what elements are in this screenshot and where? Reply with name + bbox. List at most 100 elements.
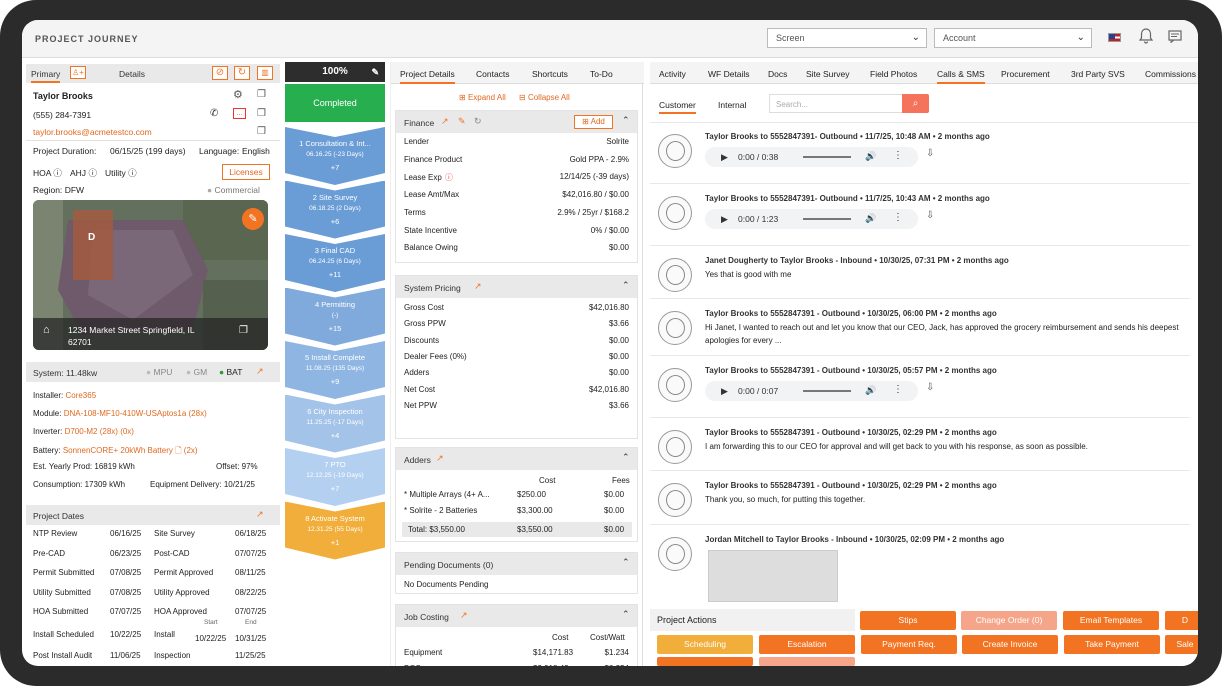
chat-icon[interactable] — [1168, 30, 1182, 48]
chevron-up-icon[interactable]: ⌃ — [622, 609, 630, 620]
external-link-icon[interactable]: ↗ — [460, 610, 468, 621]
audio-seek-bar[interactable] — [803, 218, 851, 220]
external-link-icon[interactable]: ↗ — [474, 281, 482, 292]
copy-icon[interactable]: ❐ — [257, 126, 266, 137]
hoa-label[interactable]: HOA ⓘ — [33, 167, 62, 179]
tab-project-details[interactable]: Project Details — [400, 69, 455, 84]
subtab-internal[interactable]: Internal — [718, 100, 746, 110]
more-options-icon[interactable]: ⋮ — [893, 384, 903, 395]
download-transcript-icon[interactable]: ⇩ — [926, 382, 934, 393]
tab-details[interactable]: Details — [119, 69, 145, 79]
audio-player[interactable]: ▶ 0:00 / 0:07 🔊 ⋮ — [705, 381, 918, 401]
action-button[interactable]: D — [1165, 611, 1198, 630]
edit-pencil-icon[interactable]: ✎ — [371, 62, 379, 82]
chevron-up-icon[interactable]: ⌃ — [622, 115, 630, 126]
inverter-value[interactable]: D700-M2 — [65, 427, 98, 436]
document-icon[interactable]: 🗋 — [175, 446, 181, 455]
attachment-image[interactable] — [708, 550, 838, 602]
right-tab[interactable]: Procurement — [1001, 69, 1050, 79]
progress-step[interactable]: 4 Permitting (-) +15 — [285, 287, 385, 346]
play-icon[interactable]: ▶ — [721, 214, 728, 225]
chevron-up-icon[interactable]: ⌃ — [622, 280, 630, 291]
right-tab[interactable]: Commissions — [1145, 69, 1196, 79]
right-tab[interactable]: Field Photos — [870, 69, 917, 79]
satellite-map[interactable]: D ✎ ⌂ 1234 Market Street Springfield, IL… — [33, 200, 268, 350]
tab-shortcuts[interactable]: Shortcuts — [532, 69, 568, 79]
copy-icon[interactable]: ❐ — [257, 108, 266, 119]
us-flag-icon[interactable] — [1108, 33, 1121, 42]
action-button[interactable]: Payment Req. — [861, 635, 957, 654]
action-button[interactable]: Escalation — [759, 635, 855, 654]
refresh-icon[interactable]: ↻ — [234, 66, 250, 80]
search-input[interactable]: Search... — [769, 94, 903, 113]
chart-icon[interactable]: ▥ — [257, 66, 273, 80]
customer-phone[interactable]: (555) 284-7391 — [33, 110, 91, 120]
action-button[interactable]: Email Templates — [1063, 611, 1159, 630]
right-tab[interactable]: WF Details — [708, 69, 750, 79]
copy-icon[interactable]: ❐ — [257, 89, 266, 100]
right-tab[interactable]: Activity — [659, 69, 686, 79]
progress-step[interactable]: 6 City Inspection 11.25.25 (-17 Days) +4 — [285, 394, 385, 453]
phone-icon[interactable]: ✆ — [210, 108, 218, 119]
bell-icon[interactable] — [1138, 28, 1154, 44]
more-options-icon[interactable]: ⋮ — [893, 150, 903, 161]
collapse-all-button[interactable]: ⊟ Collapse All — [519, 93, 570, 102]
block-icon[interactable]: ⊘ — [212, 66, 228, 80]
audio-player[interactable]: ▶ 0:00 / 0:38 🔊 ⋮ — [705, 147, 918, 167]
audio-player[interactable]: ▶ 0:00 / 1:23 🔊 ⋮ — [705, 209, 918, 229]
audio-seek-bar[interactable] — [803, 390, 851, 392]
settings-person-icon[interactable]: ⚙ — [233, 88, 243, 101]
action-button[interactable]: Change Order (0) — [961, 611, 1057, 630]
sms-icon[interactable]: … — [233, 108, 246, 119]
installer-value[interactable]: Core365 — [65, 391, 96, 400]
right-tab[interactable]: 3rd Party SVS — [1071, 69, 1125, 79]
utility-label[interactable]: Utility ⓘ — [105, 167, 137, 179]
edit-pencil-icon[interactable]: ✎ — [242, 208, 264, 230]
module-value[interactable]: DNA-108-MF10-410W-USAptos1a — [64, 409, 187, 418]
licenses-button[interactable]: Licenses — [222, 164, 270, 180]
progress-step[interactable]: 2 Site Survey 06.18.25 (2 Days) +6 — [285, 180, 385, 239]
add-user-icon[interactable]: ♙+ — [70, 66, 86, 79]
refresh-icon[interactable]: ↻ — [474, 116, 482, 127]
download-transcript-icon[interactable]: ⇩ — [926, 210, 934, 221]
tab-todo[interactable]: To-Do — [590, 69, 613, 79]
tab-contacts[interactable]: Contacts — [476, 69, 510, 79]
ahj-label[interactable]: AHJ ⓘ — [70, 167, 97, 179]
action-button-partial[interactable] — [657, 657, 753, 666]
search-icon[interactable]: ⌕ — [902, 94, 929, 113]
volume-icon[interactable]: 🔊 — [865, 385, 876, 396]
action-button-partial[interactable] — [759, 657, 855, 666]
screen-select[interactable]: Screen ⌄ — [767, 28, 927, 48]
external-link-icon[interactable]: ↗ — [441, 116, 449, 127]
copy-icon[interactable]: ❐ — [239, 325, 248, 336]
play-icon[interactable]: ▶ — [721, 386, 728, 397]
volume-icon[interactable]: 🔊 — [865, 151, 876, 162]
chevron-up-icon[interactable]: ⌃ — [622, 452, 630, 463]
progress-step[interactable]: 1 Consultation & Int... 06.16.25 (-23 Day… — [285, 127, 385, 185]
account-select[interactable]: Account ⌄ — [934, 28, 1092, 48]
play-icon[interactable]: ▶ — [721, 152, 728, 163]
volume-icon[interactable]: 🔊 — [865, 213, 876, 224]
battery-value[interactable]: SonnenCORE+ 20kWh Battery — [63, 446, 173, 455]
subtab-customer[interactable]: Customer — [659, 100, 696, 114]
action-button[interactable]: Create Invoice — [962, 635, 1058, 654]
action-button[interactable]: Sale — [1165, 635, 1198, 654]
external-link-icon[interactable]: ↗ — [436, 453, 444, 464]
progress-step[interactable]: 8 Activate System 12.31.25 (55 Days) +1 — [285, 501, 385, 560]
action-button[interactable]: Scheduling — [657, 635, 753, 654]
action-button[interactable]: Take Payment — [1064, 635, 1160, 654]
right-tab[interactable]: Calls & SMS — [937, 69, 985, 84]
progress-step[interactable]: 5 Install Complete 11.08.25 (135 Days) +9 — [285, 341, 385, 399]
right-tab[interactable]: Site Survey — [806, 69, 849, 79]
download-transcript-icon[interactable]: ⇩ — [926, 148, 934, 159]
external-link-icon[interactable]: ↗ — [256, 509, 264, 520]
tab-primary[interactable]: Primary — [31, 69, 61, 83]
progress-step[interactable]: 7 PTO 12.12.25 (-19 Days) +7 — [285, 448, 385, 506]
edit-pencil-icon[interactable]: ✎ — [458, 116, 466, 127]
chevron-up-icon[interactable]: ⌃ — [622, 557, 630, 568]
add-finance-button[interactable]: ⊞ Add — [574, 115, 613, 129]
action-button[interactable]: Stips — [860, 611, 956, 630]
audio-seek-bar[interactable] — [803, 156, 851, 158]
more-options-icon[interactable]: ⋮ — [893, 212, 903, 223]
right-tab[interactable]: Docs — [768, 69, 787, 79]
